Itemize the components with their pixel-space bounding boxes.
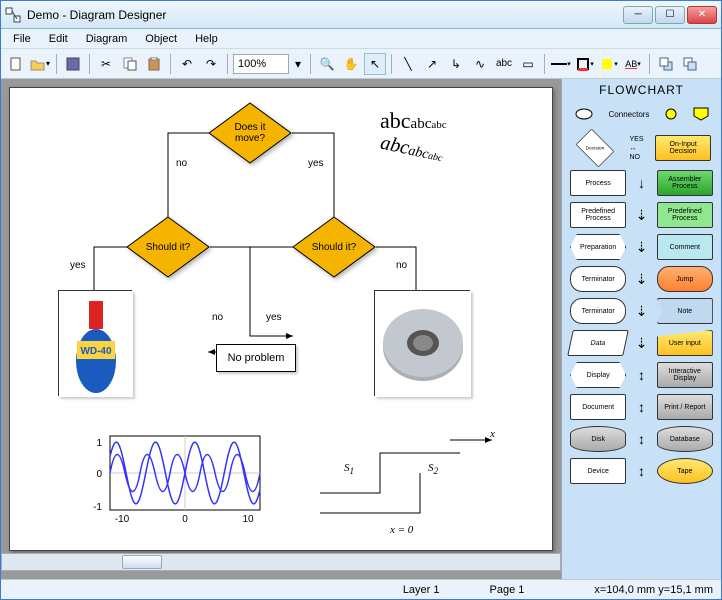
- menu-file[interactable]: File: [5, 31, 39, 47]
- shape-predefined[interactable]: Predefined Process: [570, 202, 626, 228]
- minimize-button[interactable]: ─: [623, 6, 653, 24]
- menu-object[interactable]: Object: [137, 31, 185, 47]
- connector-tool-icon[interactable]: ↳: [445, 53, 467, 75]
- save-button[interactable]: [62, 53, 84, 75]
- svg-text:-1: -1: [93, 502, 102, 513]
- horizontal-scrollbar[interactable]: [1, 553, 561, 571]
- step-diagram[interactable]: S1 S2 x x = 0: [310, 428, 500, 538]
- linecolor-button[interactable]: ▾: [574, 53, 596, 75]
- shape-idisplay[interactable]: Interactive Display: [657, 362, 713, 388]
- shape-data[interactable]: Data: [567, 330, 629, 356]
- toolbar: ▾ ✂ ↶ ↷ ▾ 🔍 ✋ ↖ ╲ ↗ ↳ ∿ abc ▭ ▾ ▾ ▾ AB▾: [1, 49, 721, 79]
- canvas[interactable]: Does it move? Should it? Should it?: [9, 87, 553, 551]
- decision-should-left[interactable]: Should it?: [126, 216, 210, 278]
- shape-predefined2[interactable]: Predefined Process: [657, 202, 713, 228]
- svg-text:1: 1: [96, 438, 102, 449]
- text-sample-2[interactable]: abcabcabc: [378, 132, 445, 168]
- shape-preparation[interactable]: Preparation: [570, 234, 626, 260]
- status-page: Page 1: [490, 584, 525, 596]
- shape-tape[interactable]: Tape: [657, 458, 713, 484]
- connector-start-icon[interactable]: [574, 107, 594, 121]
- zoom-tool-icon[interactable]: 🔍: [316, 53, 338, 75]
- textcolor-button[interactable]: AB▾: [622, 53, 644, 75]
- connector-mid-icon[interactable]: [664, 107, 678, 121]
- shape-terminator1[interactable]: Terminator: [570, 266, 626, 292]
- shape-note[interactable]: Note: [657, 298, 713, 324]
- box-no-problem[interactable]: No problem: [216, 344, 296, 372]
- text-sample-1[interactable]: abcabcabc: [380, 108, 447, 134]
- open-button[interactable]: ▾: [29, 53, 51, 75]
- cut-button[interactable]: ✂: [95, 53, 117, 75]
- canvas-area[interactable]: Does it move? Should it? Should it?: [1, 79, 561, 579]
- menubar: File Edit Diagram Object Help: [1, 29, 721, 49]
- rect-tool-icon[interactable]: ▭: [517, 53, 539, 75]
- line-tool-icon[interactable]: ╲: [397, 53, 419, 75]
- image-duct-tape[interactable]: [374, 290, 470, 396]
- shape-device[interactable]: Device: [570, 458, 626, 484]
- app-icon: [5, 7, 21, 23]
- back-button[interactable]: [679, 53, 701, 75]
- curve-tool-icon[interactable]: ∿: [469, 53, 491, 75]
- connector-end-icon[interactable]: [693, 107, 709, 121]
- shape-print[interactable]: Print / Report: [657, 394, 713, 420]
- svg-text:WD-40: WD-40: [80, 346, 112, 357]
- arrow-tool-icon[interactable]: ↗: [421, 53, 443, 75]
- shape-oninput-decision[interactable]: On-Input Decision: [655, 135, 711, 161]
- undo-button[interactable]: ↶: [176, 53, 198, 75]
- status-coords: x=104,0 mm y=15,1 mm: [594, 584, 713, 596]
- linestyle-button[interactable]: ▾: [550, 53, 572, 75]
- menu-edit[interactable]: Edit: [41, 31, 76, 47]
- pan-tool-icon[interactable]: ✋: [340, 53, 362, 75]
- zoom-input[interactable]: [233, 54, 289, 74]
- shape-userinput[interactable]: User input: [657, 330, 713, 356]
- shape-decision[interactable]: Decision: [576, 129, 615, 168]
- shape-jump[interactable]: Jump: [657, 266, 713, 292]
- shape-display[interactable]: Display: [570, 362, 626, 388]
- svg-text:-10: -10: [115, 514, 130, 525]
- statusbar: Layer 1 Page 1 x=104,0 mm y=15,1 mm: [1, 579, 721, 599]
- shape-disk[interactable]: Disk: [570, 426, 626, 452]
- menu-help[interactable]: Help: [187, 31, 226, 47]
- zoom-dropdown[interactable]: ▾: [291, 53, 305, 75]
- paste-button[interactable]: [143, 53, 165, 75]
- app-window: Demo - Diagram Designer ─ ☐ ✕ File Edit …: [0, 0, 722, 600]
- close-button[interactable]: ✕: [687, 6, 717, 24]
- pointer-tool-icon[interactable]: ↖: [364, 53, 386, 75]
- svg-text:0: 0: [182, 514, 188, 525]
- fillcolor-button[interactable]: ▾: [598, 53, 620, 75]
- copy-button[interactable]: [119, 53, 141, 75]
- scrollbar-thumb[interactable]: [122, 555, 162, 569]
- shape-terminator2[interactable]: Terminator: [570, 298, 626, 324]
- shape-palette: FLOWCHART Connectors Decision YES↔NO On-…: [561, 79, 721, 579]
- text-tool-icon[interactable]: abc: [493, 53, 515, 75]
- titlebar: Demo - Diagram Designer ─ ☐ ✕: [1, 1, 721, 29]
- redo-button[interactable]: ↷: [200, 53, 222, 75]
- sine-plot[interactable]: 1 0 -1 -10 0 10: [80, 428, 270, 528]
- decision-should-right[interactable]: Should it?: [292, 216, 376, 278]
- status-layer: Layer 1: [403, 584, 440, 596]
- image-wd40[interactable]: WD-40: [58, 290, 132, 396]
- front-button[interactable]: [655, 53, 677, 75]
- shape-database[interactable]: Database: [657, 426, 713, 452]
- svg-text:10: 10: [242, 514, 254, 525]
- shape-comment[interactable]: Comment: [657, 234, 713, 260]
- svg-text:0: 0: [96, 469, 102, 480]
- palette-title: FLOWCHART: [562, 79, 721, 99]
- shape-assembler[interactable]: Assembler Process: [657, 170, 713, 196]
- menu-diagram[interactable]: Diagram: [78, 31, 136, 47]
- window-title: Demo - Diagram Designer: [27, 8, 623, 22]
- maximize-button[interactable]: ☐: [655, 6, 685, 24]
- decision-move[interactable]: Does it move?: [208, 102, 292, 164]
- new-button[interactable]: [5, 53, 27, 75]
- shape-process[interactable]: Process: [570, 170, 626, 196]
- shape-document[interactable]: Document: [570, 394, 626, 420]
